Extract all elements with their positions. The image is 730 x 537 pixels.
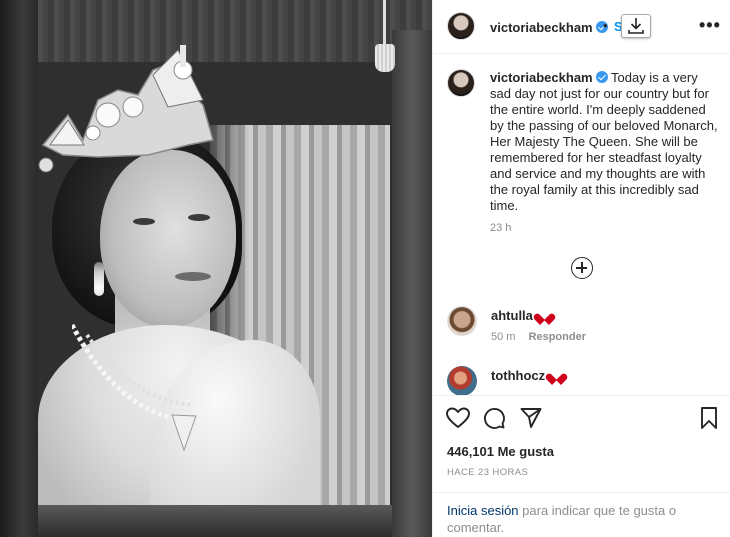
more-options-icon[interactable]: •••	[699, 15, 721, 36]
author-username[interactable]: victoriabeckham	[490, 20, 593, 35]
header-dot-separator: •	[603, 18, 608, 33]
post-side-panel: victoriabeckham • S ••• victoriabeckham …	[432, 0, 730, 537]
verified-badge-icon	[595, 71, 608, 83]
login-prompt-bar: Inicia sesión para indicar que te gusta …	[433, 492, 730, 537]
photo-face	[100, 150, 236, 328]
photo-eye	[133, 218, 155, 225]
caption-username[interactable]: victoriabeckham	[490, 70, 593, 85]
post-header: victoriabeckham • S •••	[433, 0, 730, 54]
comment-avatar[interactable]	[447, 306, 477, 336]
photo-mouth	[175, 272, 211, 281]
caption-author-avatar[interactable]	[447, 69, 475, 97]
comment-username[interactable]: tothhocz	[491, 368, 545, 383]
likes-count[interactable]: 446,101 Me gusta	[447, 444, 554, 459]
photo-tiara	[38, 45, 214, 173]
heart-outline-icon[interactable]	[445, 406, 471, 430]
bookmark-icon[interactable]	[699, 406, 719, 430]
comment-time[interactable]: 50 m	[491, 331, 515, 343]
comment-icon[interactable]	[482, 406, 506, 430]
plus-circle-icon[interactable]	[571, 257, 593, 279]
comment-row: tothhocz	[491, 368, 563, 383]
comment-row: ahtulla	[491, 308, 551, 323]
photo-tassel	[375, 44, 395, 72]
login-link[interactable]: Inicia sesión	[447, 503, 519, 518]
reply-button[interactable]: Responder	[529, 331, 586, 343]
login-prompt: Inicia sesión para indicar que te gusta …	[447, 502, 717, 536]
caption-text: Today is a very sad day not just for our…	[490, 70, 718, 213]
photo-frame-left	[0, 0, 38, 537]
comment-meta: 50 m Responder	[491, 331, 586, 343]
comment-username[interactable]: ahtulla	[491, 308, 533, 323]
author-avatar[interactable]	[447, 12, 475, 40]
red-heart-emoji-icon	[550, 369, 563, 381]
download-button[interactable]	[621, 14, 651, 38]
caption-timestamp[interactable]: 23 h	[490, 222, 511, 234]
photo-window-sill	[38, 505, 392, 537]
author-username-row: victoriabeckham	[490, 20, 608, 35]
photo-tassel-cord	[383, 0, 386, 50]
post-caption: victoriabeckham Today is a very sad day …	[490, 70, 720, 214]
photo-eye	[188, 214, 210, 221]
post-actions-bar	[433, 395, 730, 435]
red-heart-emoji-icon	[538, 309, 551, 321]
comment-avatar[interactable]	[447, 366, 477, 396]
photo-necklace	[72, 323, 197, 452]
paper-plane-icon[interactable]	[519, 406, 543, 430]
photo-earring	[94, 262, 104, 296]
post-timestamp[interactable]: HACE 23 HORAS	[447, 467, 528, 478]
download-icon	[628, 18, 644, 34]
post-photo[interactable]	[0, 0, 432, 537]
photo-frame-right	[392, 30, 432, 537]
